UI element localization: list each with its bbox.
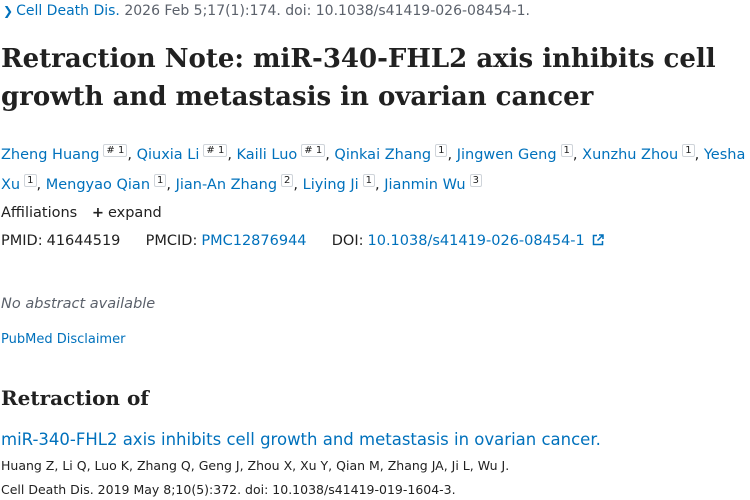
author-item: Mengyao Qian 1 [46, 174, 167, 193]
retracted-article-link[interactable]: miR-340-FHL2 axis inhibits cell growth a… [1, 430, 601, 449]
pubmed-disclaimer-link[interactable]: PubMed Disclaimer [1, 332, 125, 347]
author-item: Qiuxia Li # 1 [137, 144, 228, 163]
affiliation-marker[interactable]: # 1 [203, 144, 228, 157]
identifiers-row: PMID: 41644519 PMCID: PMC12876944 DOI: 10.1… [1, 233, 605, 249]
pmid-label: PMID: [1, 233, 43, 249]
affiliation-marker[interactable]: # 1 [103, 144, 128, 157]
author-item: Jianmin Wu 3 [384, 174, 482, 193]
author-list: Zheng Huang # 1, Qiuxia Li # 1, Kaili Luo #… [1, 144, 746, 193]
doi-label: DOI: [331, 233, 364, 249]
author-name-link[interactable]: Xunzhu Zhou [582, 147, 678, 163]
author-item: Jingwen Geng 1 [457, 144, 573, 163]
affiliation-marker[interactable]: 1 [154, 174, 167, 187]
author-item: Zheng Huang # 1 [1, 144, 128, 163]
plus-icon: + [91, 205, 104, 221]
affiliation-marker[interactable]: 3 [469, 174, 482, 187]
author-name-link[interactable]: Kaili Luo [237, 147, 298, 163]
author-item: Qinkai Zhang 1 [334, 144, 448, 163]
pmcid-label: PMCID: [145, 233, 198, 249]
journal-link[interactable]: Cell Death Dis. [16, 3, 120, 19]
author-item: Jian-An Zhang 2 [176, 174, 294, 193]
affiliation-marker[interactable]: 1 [24, 174, 37, 187]
chevron-right-icon[interactable]: ❯ [3, 4, 13, 18]
affiliation-marker[interactable]: 1 [682, 144, 695, 157]
affiliation-marker[interactable]: 1 [362, 174, 376, 187]
affiliation-marker[interactable]: # 1 [301, 144, 326, 157]
affiliations-expand-button[interactable]: + expand [92, 205, 162, 221]
affiliation-marker[interactable]: 1 [560, 144, 573, 157]
doi-link[interactable]: 10.1038/s41419-026-08454-1 [368, 233, 585, 249]
author-name-link[interactable]: Jingwen Geng [457, 147, 557, 163]
external-link-icon[interactable] [592, 234, 605, 246]
citation-details: 2026 Feb 5;17(1):174. doi: 10.1038/s4141… [124, 3, 530, 19]
retracted-article-citation: Cell Death Dis. 2019 May 8;10(5):372. do… [1, 482, 456, 497]
author-name-link[interactable]: Jian-An Zhang [176, 177, 277, 193]
affiliations-row: Affiliations + expand [1, 205, 162, 221]
affiliation-marker[interactable]: 1 [435, 144, 448, 157]
retraction-of-heading: Retraction of [1, 386, 149, 410]
article-citation: ❯ Cell Death Dis. 2026 Feb 5;17(1):174. d… [3, 3, 530, 19]
author-name-link[interactable]: Mengyao Qian [46, 177, 150, 193]
article-title: Retraction Note: miR-340-FHL2 axis inhib… [1, 44, 716, 112]
no-abstract-note: No abstract available [1, 296, 156, 312]
author-name-link[interactable]: Zheng Huang [1, 147, 99, 163]
pmid-value: 41644519 [46, 233, 121, 249]
author-item: Kaili Luo # 1 [237, 144, 326, 163]
retracted-article-authors: Huang Z, Li Q, Luo K, Zhang Q, Geng J, Z… [1, 458, 510, 473]
expand-label: expand [107, 205, 162, 221]
author-name-link[interactable]: Liying Ji [303, 177, 359, 193]
affiliations-label: Affiliations [1, 205, 78, 221]
author-name-link[interactable]: Qiuxia Li [137, 147, 200, 163]
author-name-link[interactable]: Jianmin Wu [384, 177, 465, 193]
author-item: Xunzhu Zhou 1 [582, 144, 695, 163]
author-item: Liying Ji 1 [303, 174, 376, 193]
author-name-link[interactable]: Qinkai Zhang [334, 147, 431, 163]
pmcid-link[interactable]: PMC12876944 [201, 233, 306, 249]
affiliation-marker[interactable]: 2 [281, 174, 294, 187]
